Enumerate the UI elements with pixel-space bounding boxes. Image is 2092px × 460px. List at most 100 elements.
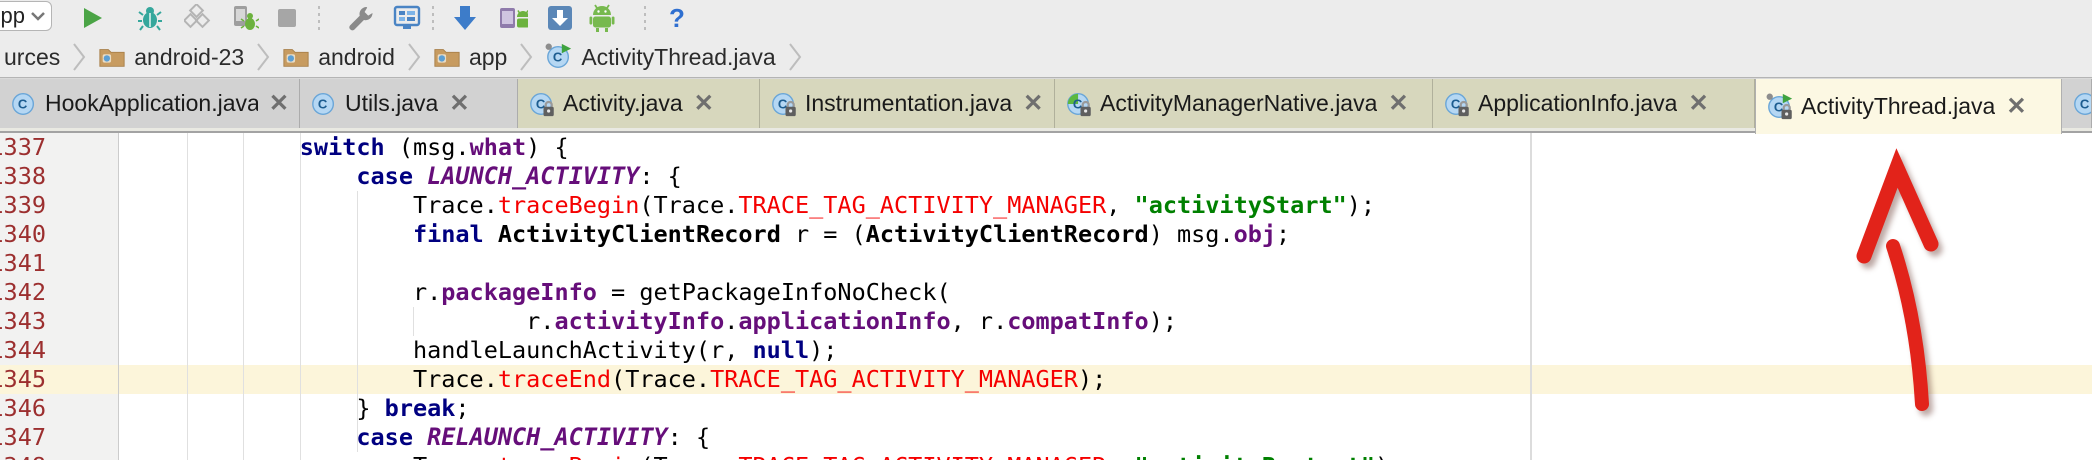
run-with-coverage-icon (183, 3, 213, 33)
tab-label: ActivityManagerNative.java (1100, 90, 1378, 116)
editor-tab-activitymanagernative-java[interactable]: C ActivityManagerNative.java ✕ (1055, 79, 1433, 128)
svg-text:?: ? (669, 4, 685, 32)
code-text: Trace.traceEnd(Trace.TRACE_TAG_ACTIVITY_… (412, 365, 1107, 393)
tab-label: ApplicationInfo.java (1478, 90, 1678, 116)
line-number: 1341 (0, 249, 46, 277)
tab-close-icon[interactable]: ✕ (1388, 91, 1408, 116)
code-line-1339: 1339 Trace.traceBegin(Trace.TRACE_TAG_AC… (0, 191, 2092, 220)
tab-label: Activity.java (563, 90, 683, 116)
java-class-icon: C (770, 90, 798, 118)
code-line-1342: 1342 r.packageInfo = getPackageInfoNoChe… (0, 278, 2092, 307)
tab-close-icon[interactable]: ✕ (1023, 91, 1043, 116)
breadcrumb-label: ActivityThread.java (581, 43, 776, 70)
breadcrumb-chevron-icon (408, 43, 421, 71)
sdk-manager-icon[interactable] (545, 3, 575, 33)
breadcrumb-item-activitythread-java[interactable]: C ActivityThread.java (541, 43, 779, 71)
android-robot-icon[interactable] (587, 3, 617, 33)
breadcrumb-label: android (318, 43, 395, 70)
code-line-1347: 1347 case RELAUNCH_ACTIVITY: { (0, 423, 2092, 452)
code-text: } break; (356, 394, 470, 422)
code-line-1346: 1346 } break; (0, 394, 2092, 423)
code-text: r.packageInfo = getPackageInfoNoCheck( (412, 278, 951, 306)
code-text: r.activityInfo.applicationInfo, r.compat… (526, 307, 1177, 335)
java-class-icon: C (1443, 90, 1471, 118)
editor-tab-bar: C HookApplication.java ✕ C Utils.java ✕ … (0, 77, 2092, 134)
line-number: 1346 (0, 394, 46, 422)
debug-icon[interactable] (135, 3, 165, 33)
run-icon[interactable] (77, 3, 107, 33)
java-class-icon: C (1065, 90, 1093, 118)
svg-text:C: C (18, 96, 28, 111)
folder-icon (283, 49, 309, 67)
svg-text:C: C (318, 96, 328, 111)
breadcrumb-chevron-icon (788, 43, 801, 71)
code-line-1348: 1348 Trace.traceBegin(Trace.TRACE_TAG_AC… (0, 452, 2092, 460)
breadcrumb-label: urces (4, 43, 61, 70)
java-class-icon: C (545, 43, 572, 68)
line-number: 1337 (0, 133, 46, 161)
breadcrumb-label: android-23 (134, 43, 245, 70)
code-line-1340: 1340 final ActivityClientRecord r = (Act… (0, 220, 2092, 249)
tab-close-icon[interactable]: ✕ (449, 91, 469, 116)
main-toolbar: pp ? (0, 0, 2092, 38)
breadcrumb-chevron-icon (257, 43, 270, 71)
toolbar-separator (644, 6, 646, 30)
line-number: 1348 (0, 452, 46, 460)
java-class-icon: C (2072, 90, 2091, 118)
line-number: 1347 (0, 423, 46, 451)
editor-tab-hookapplication-java[interactable]: C HookApplication.java ✕ (0, 79, 300, 128)
breadcrumb-item-android-23[interactable]: android-23 (94, 43, 248, 71)
line-number: 1338 (0, 162, 46, 190)
tab-label: ActivityThread.java (1801, 93, 1996, 119)
code-line-1343: 1343 r.activityInfo.applicationInfo, r.c… (0, 307, 2092, 336)
breadcrumb-chevron-icon (73, 43, 86, 71)
toolbar-separator (318, 6, 320, 30)
run-configuration-combo[interactable]: pp (0, 1, 52, 31)
tab-close-icon[interactable]: ✕ (694, 91, 714, 116)
svg-text:C: C (553, 50, 563, 65)
wrench-icon[interactable] (345, 3, 375, 33)
editor-tab-utils-java[interactable]: C Utils.java ✕ (300, 79, 518, 128)
breadcrumb-label: app (468, 43, 508, 70)
stop-icon (272, 3, 302, 33)
breadcrumb-item-android[interactable]: android (278, 43, 399, 71)
editor-tab-activitythread-java[interactable]: C ActivityThread.java ✕ (1755, 79, 2062, 134)
code-text: final ActivityClientRecord r = (Activity… (412, 220, 1291, 248)
tab-label: HookApplication.java (45, 90, 258, 116)
android-monitor-icon[interactable] (392, 3, 422, 33)
code-line-1344: 1344 handleLaunchActivity(r, null); (0, 336, 2092, 365)
code-line-1337: 1337 switch (msg.what) { (0, 133, 2092, 162)
code-text: Trace.traceBegin(Trace.TRACE_TAG_ACTIVIT… (130, 452, 1403, 460)
avd-manager-icon[interactable] (498, 3, 528, 33)
run-configuration-label: pp (0, 3, 25, 28)
code-text: switch (msg.what) { (299, 133, 569, 161)
code-text: case RELAUNCH_ACTIVITY: { (356, 423, 711, 451)
tab-label: Utils.java (345, 90, 439, 116)
editor-tab-partial[interactable]: C (2062, 79, 2092, 128)
code-text: case LAUNCH_ACTIVITY: { (356, 162, 682, 190)
code-editor[interactable]: 1337 switch (msg.what) {1338 case LAUNCH… (0, 133, 2092, 460)
breadcrumb-chevron-icon (520, 43, 533, 71)
line-number: 1342 (0, 278, 46, 306)
line-number: 1345 (0, 365, 46, 393)
folder-icon (99, 49, 125, 67)
editor-tab-instrumentation-java[interactable]: C Instrumentation.java ✕ (760, 79, 1055, 128)
editor-tab-activity-java[interactable]: C Activity.java ✕ (518, 79, 760, 128)
tab-close-icon[interactable]: ✕ (269, 91, 289, 116)
code-text: handleLaunchActivity(r, null); (412, 336, 838, 364)
attach-debugger-to-android-process-icon[interactable] (230, 3, 260, 33)
java-class-icon: C (1766, 93, 1794, 121)
editor-tab-applicationinfo-java[interactable]: C ApplicationInfo.java ✕ (1433, 79, 1755, 128)
chevron-down-icon (31, 12, 45, 21)
tab-close-icon[interactable]: ✕ (2006, 94, 2026, 119)
breadcrumb-item-app[interactable]: app (429, 43, 511, 71)
code-line-1345: 1345 Trace.traceEnd(Trace.TRACE_TAG_ACTI… (0, 365, 2092, 394)
help-icon[interactable]: ? (662, 3, 692, 33)
tab-close-icon[interactable]: ✕ (1688, 91, 1708, 116)
svg-text:C: C (2080, 96, 2090, 111)
breadcrumb-item-urces[interactable]: urces (0, 44, 64, 71)
java-class-icon: C (310, 90, 338, 118)
download-update-icon[interactable] (450, 3, 480, 33)
breadcrumb: urces android-23 android app C ActivityThread… (0, 37, 2092, 78)
line-number: 1339 (0, 191, 46, 219)
